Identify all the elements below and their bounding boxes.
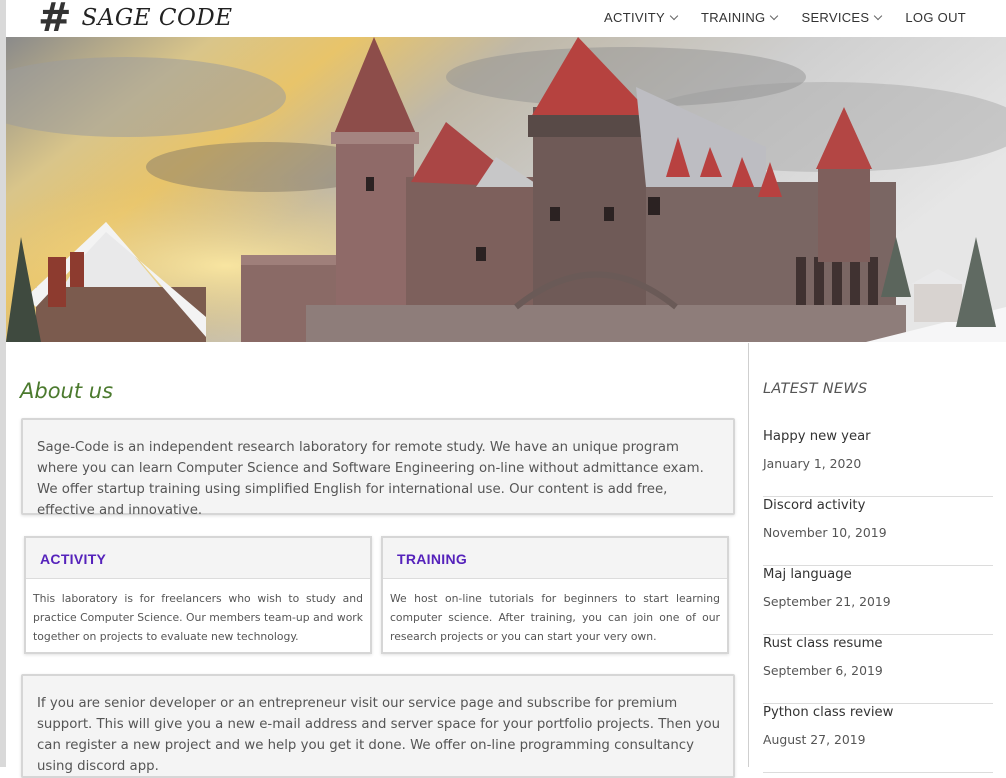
- list-item[interactable]: Python class review August 27, 2019: [763, 705, 993, 773]
- training-card-title[interactable]: TRAINING: [397, 551, 467, 567]
- main-nav: ACTIVITY TRAINING SERVICES LOG OUT: [604, 10, 966, 25]
- news-item-title[interactable]: Maj language: [763, 567, 852, 582]
- news-item-date: November 10, 2019: [763, 525, 887, 540]
- nav-activity[interactable]: ACTIVITY: [604, 10, 679, 25]
- news-item-date: September 6, 2019: [763, 663, 883, 678]
- nav-log-out[interactable]: LOG OUT: [905, 10, 966, 25]
- castle-illustration: [6, 37, 1006, 342]
- hash-logo-icon: #: [38, 0, 72, 41]
- activity-card-title[interactable]: ACTIVITY: [40, 551, 106, 567]
- news-item-title[interactable]: Discord activity: [763, 498, 865, 513]
- site-header: # SAGE CODE ACTIVITY TRAINING SERVICES L…: [6, 0, 1006, 38]
- news-sidebar: LATEST NEWS Happy new year January 1, 20…: [748, 343, 1006, 773]
- chevron-down-icon: [669, 11, 679, 20]
- main-content: About us Sage-Code is an independent res…: [6, 343, 748, 778]
- premium-support-text: If you are senior developer or an entrep…: [37, 696, 721, 774]
- list-item[interactable]: Happy new year January 1, 2020: [763, 429, 993, 497]
- premium-support-box: If you are senior developer or an entrep…: [21, 674, 735, 778]
- training-card-text: We host on-line tutorials for beginners …: [390, 592, 720, 643]
- site-logo[interactable]: # SAGE CODE: [38, 0, 233, 38]
- intro-box: Sage-Code is an independent research lab…: [21, 418, 735, 518]
- about-us-heading: About us: [20, 379, 114, 403]
- list-item[interactable]: Maj language September 21, 2019: [763, 567, 993, 635]
- activity-card-text: This laboratory is for freelancers who w…: [33, 592, 363, 643]
- nav-training[interactable]: TRAINING: [700, 10, 779, 25]
- nav-services[interactable]: SERVICES: [801, 10, 883, 25]
- chevron-down-icon: [770, 11, 779, 20]
- intro-text: Sage-Code is an independent research lab…: [37, 440, 704, 518]
- news-item-title[interactable]: Happy new year: [763, 429, 871, 444]
- list-item[interactable]: Rust class resume September 6, 2019: [763, 636, 993, 704]
- hero-castle-image: [6, 37, 1006, 342]
- training-card: TRAINING We host on-line tutorials for b…: [381, 536, 729, 654]
- news-item-date: August 27, 2019: [763, 732, 866, 747]
- news-item-date: January 1, 2020: [763, 456, 862, 471]
- nav-activity-label: ACTIVITY: [604, 10, 665, 25]
- nav-training-label: TRAINING: [700, 10, 766, 25]
- news-item-title[interactable]: Python class review: [763, 705, 893, 720]
- nav-services-label: SERVICES: [801, 10, 870, 25]
- nav-log-out-label: LOG OUT: [905, 10, 966, 25]
- news-item-title[interactable]: Rust class resume: [763, 636, 883, 651]
- logo-text: SAGE CODE: [81, 5, 233, 31]
- news-item-date: September 21, 2019: [763, 594, 891, 609]
- training-card-header: TRAINING: [383, 538, 727, 579]
- activity-card-header: ACTIVITY: [26, 538, 370, 579]
- chevron-down-icon: [874, 11, 883, 20]
- news-list: Happy new year January 1, 2020 Discord a…: [763, 429, 993, 774]
- latest-news-heading: LATEST NEWS: [763, 381, 868, 397]
- activity-card: ACTIVITY This laboratory is for freelanc…: [24, 536, 372, 654]
- list-item[interactable]: Discord activity November 10, 2019: [763, 498, 993, 566]
